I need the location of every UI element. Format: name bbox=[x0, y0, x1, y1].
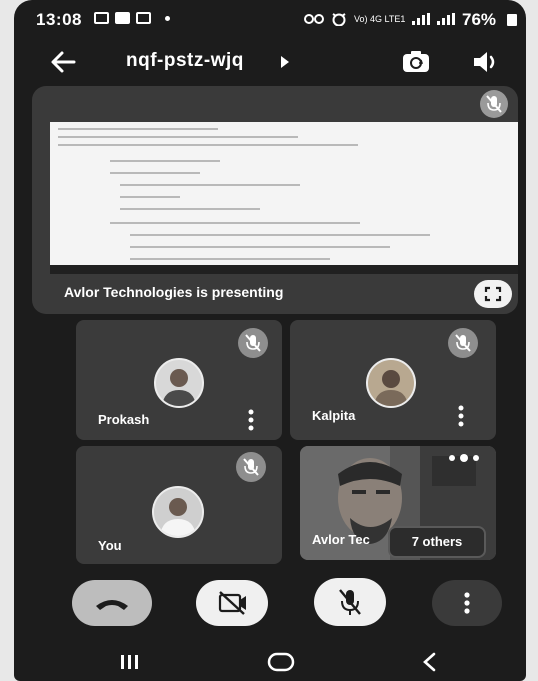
phone-screen: 13:08 Vo) 4G LTE1 76% nqf-pstz-wjq Avlor… bbox=[14, 0, 526, 681]
back-icon[interactable] bbox=[420, 651, 440, 673]
meeting-app-bar: nqf-pstz-wjq bbox=[14, 40, 526, 84]
alarm-icon bbox=[332, 13, 346, 26]
battery-percent: 76% bbox=[462, 10, 497, 29]
participant-name: Kalpita bbox=[312, 408, 356, 423]
end-call-icon bbox=[96, 600, 128, 610]
mic-off-icon bbox=[236, 452, 266, 482]
participant-name: Prokash bbox=[98, 412, 150, 427]
more-vertical-icon bbox=[464, 592, 470, 614]
signal-icon-2 bbox=[437, 13, 456, 25]
chevron-right-icon[interactable] bbox=[280, 55, 290, 69]
image-icon bbox=[136, 12, 151, 24]
camera-off-icon bbox=[218, 591, 246, 615]
others-button[interactable]: 7 others bbox=[388, 526, 486, 558]
notification-icons bbox=[94, 12, 170, 24]
participant-tile[interactable]: Prokash bbox=[76, 320, 282, 440]
system-nav-bar bbox=[14, 640, 526, 681]
avatar bbox=[152, 486, 204, 538]
end-call-button[interactable] bbox=[72, 580, 152, 626]
avatar bbox=[366, 358, 416, 408]
camera-toggle-button[interactable] bbox=[196, 580, 268, 626]
message-icon bbox=[94, 12, 109, 24]
avatar bbox=[154, 358, 204, 408]
more-vertical-icon[interactable] bbox=[456, 404, 466, 428]
status-bar: 13:08 Vo) 4G LTE1 76% bbox=[14, 0, 526, 40]
status-time: 13:08 bbox=[36, 10, 82, 29]
taskbar bbox=[50, 265, 518, 274]
mic-off-icon bbox=[448, 328, 478, 358]
participant-tile[interactable]: Kalpita bbox=[290, 320, 496, 440]
fullscreen-icon bbox=[484, 286, 502, 302]
mic-off-icon bbox=[238, 328, 268, 358]
mic-toggle-button[interactable] bbox=[314, 578, 386, 626]
signal-icon bbox=[412, 13, 431, 25]
more-vertical-icon[interactable] bbox=[246, 408, 256, 432]
system-icons: Vo) 4G LTE1 bbox=[304, 12, 456, 26]
shared-screen-content bbox=[50, 122, 518, 274]
fullscreen-button[interactable] bbox=[474, 280, 512, 308]
more-notifications-icon bbox=[165, 15, 170, 21]
mic-off-icon bbox=[480, 90, 508, 118]
presenting-label: Avlor Technologies is presenting bbox=[64, 284, 284, 300]
network-label: Vo) 4G LTE1 bbox=[354, 14, 406, 24]
participant-name: Avlor Tec bbox=[312, 532, 370, 547]
more-horizontal-icon[interactable] bbox=[446, 452, 486, 464]
link-icon bbox=[304, 14, 324, 24]
recents-icon[interactable] bbox=[118, 652, 142, 672]
arrow-left-icon[interactable] bbox=[48, 48, 78, 76]
participant-name: You bbox=[98, 538, 122, 553]
participant-tile-self[interactable]: You bbox=[76, 446, 282, 564]
presentation-tile[interactable]: Avlor Technologies is presenting bbox=[32, 86, 518, 314]
mic-off-icon bbox=[339, 589, 361, 615]
switch-camera-icon[interactable] bbox=[400, 48, 432, 76]
more-options-button[interactable] bbox=[432, 580, 502, 626]
meeting-code[interactable]: nqf-pstz-wjq bbox=[126, 50, 244, 72]
home-icon[interactable] bbox=[266, 651, 296, 673]
speaker-icon[interactable] bbox=[470, 48, 502, 76]
youtube-icon bbox=[115, 12, 130, 24]
battery-icon bbox=[507, 14, 517, 26]
